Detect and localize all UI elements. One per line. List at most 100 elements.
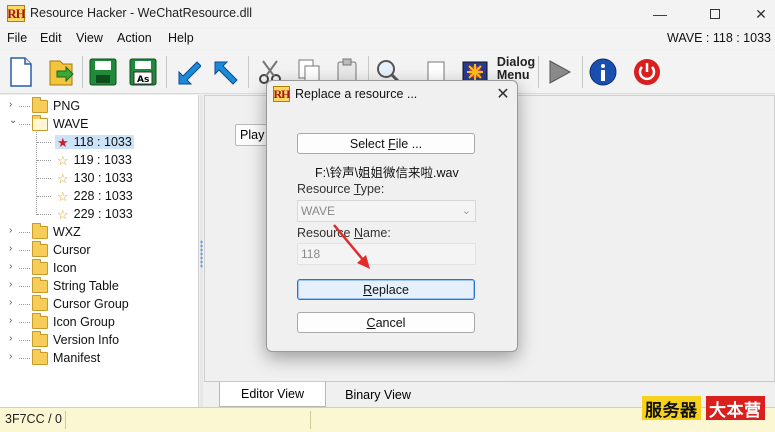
select-file-button[interactable]: Select File ... bbox=[297, 133, 475, 154]
tree-item-label: Version Info bbox=[53, 333, 120, 347]
tree-item-wxz[interactable]: › WXZ bbox=[9, 222, 81, 241]
chevron-down-icon: ⌄ bbox=[461, 205, 471, 217]
open-file-button[interactable] bbox=[44, 54, 78, 90]
title-bar: RH Resource Hacker - WeChatResource.dll … bbox=[0, 0, 775, 28]
maximize-button[interactable] bbox=[692, 0, 738, 28]
label-part: Resource bbox=[297, 182, 354, 196]
back-button[interactable] bbox=[170, 54, 204, 90]
splitter-grip-icon[interactable] bbox=[200, 240, 203, 268]
tree-item-label: WAVE bbox=[53, 117, 89, 131]
chevron-right-icon[interactable]: › bbox=[9, 298, 17, 308]
exit-button[interactable] bbox=[630, 54, 664, 90]
tree-node: Manifest bbox=[32, 348, 100, 365]
arrow-up-left-icon bbox=[214, 61, 238, 85]
tab-binary-view[interactable]: Binary View bbox=[330, 382, 426, 407]
chevron-down-icon[interactable]: ⌄ bbox=[9, 116, 17, 126]
watermark-left: 服务器 bbox=[642, 396, 701, 420]
star-icon: ☆ bbox=[57, 206, 69, 222]
close-window-button[interactable]: ✕ bbox=[738, 0, 775, 28]
minimize-button[interactable]: — bbox=[637, 0, 683, 28]
dialog-title-bar: RH Replace a resource ... ✕ bbox=[267, 81, 517, 107]
tree-item-string-table[interactable]: › String Table bbox=[9, 276, 119, 295]
tree-guide bbox=[19, 106, 30, 107]
save-button[interactable] bbox=[86, 54, 120, 90]
tree-item-icon[interactable]: › Icon bbox=[9, 258, 77, 277]
tree-item-wave-229[interactable]: ☆ 229 : 1033 bbox=[37, 205, 133, 223]
status-divider bbox=[65, 411, 66, 429]
folder-icon bbox=[32, 330, 48, 347]
tree-item-label: Cursor bbox=[53, 243, 91, 257]
tree-guide bbox=[19, 124, 30, 125]
select-file-prefix: Select bbox=[349, 136, 389, 151]
arrow-down-left-icon bbox=[178, 61, 201, 85]
tree-node: ☆ 130 : 1033 bbox=[57, 171, 133, 185]
info-icon bbox=[589, 58, 617, 86]
chevron-right-icon[interactable]: › bbox=[9, 100, 17, 110]
tree-item-label: String Table bbox=[53, 279, 119, 293]
tree-guide bbox=[19, 268, 30, 269]
menu-view[interactable]: View bbox=[76, 31, 103, 45]
tree-guide bbox=[19, 286, 30, 287]
tree-node: Version Info bbox=[32, 330, 120, 347]
menu-file[interactable]: File bbox=[7, 31, 27, 45]
replace-accel: R bbox=[363, 282, 373, 297]
replace-label: eplace bbox=[372, 282, 409, 297]
chevron-right-icon[interactable]: › bbox=[9, 226, 17, 236]
star-icon: ☆ bbox=[57, 152, 69, 168]
tree-item-wave-228[interactable]: ☆ 228 : 1033 bbox=[37, 187, 133, 205]
folder-icon bbox=[32, 240, 48, 257]
tree-guide bbox=[19, 340, 30, 341]
status-offset: 3F7CC / 0 bbox=[5, 412, 62, 426]
tree-item-cursor[interactable]: › Cursor bbox=[9, 240, 91, 259]
tree-item-wave-118[interactable]: ★ 118 : 1033 bbox=[37, 133, 134, 151]
maximize-icon bbox=[710, 9, 720, 19]
chevron-right-icon[interactable]: › bbox=[9, 316, 17, 326]
run-script-button[interactable] bbox=[542, 54, 576, 90]
cancel-button[interactable]: Cancel bbox=[297, 312, 475, 333]
tree-item-icon-group[interactable]: › Icon Group bbox=[9, 312, 115, 331]
tree-guide bbox=[19, 250, 30, 251]
status-divider bbox=[310, 411, 311, 429]
tree-item-label: 119 : 1033 bbox=[73, 153, 132, 167]
toolbar-separator bbox=[538, 56, 539, 88]
tree-item-label: 130 : 1033 bbox=[73, 171, 133, 185]
replace-button[interactable]: Replace bbox=[297, 279, 475, 300]
resource-tree[interactable]: › PNG ⌄ WAVE ★ 118 : 1033 ☆ 119 : 1033 ☆ bbox=[0, 95, 199, 407]
tree-item-cursor-group[interactable]: › Cursor Group bbox=[9, 294, 129, 313]
toolbar-separator bbox=[248, 56, 249, 88]
chevron-right-icon[interactable]: › bbox=[9, 334, 17, 344]
resource-indicator: WAVE : 118 : 1033 bbox=[667, 31, 771, 45]
tree-item-wave-119[interactable]: ☆ 119 : 1033 bbox=[37, 151, 132, 169]
open-folder-icon bbox=[32, 114, 48, 131]
tree-node: Icon bbox=[32, 258, 77, 275]
save-as-button[interactable]: As bbox=[126, 54, 160, 90]
tree-guide bbox=[37, 142, 51, 143]
selected-file-path: F:\铃声\姐姐微信来啦.wav bbox=[315, 166, 459, 180]
menu-help[interactable]: Help bbox=[168, 31, 194, 45]
new-file-button[interactable] bbox=[4, 54, 38, 90]
label-part: ype: bbox=[360, 182, 385, 196]
cancel-accel: C bbox=[366, 315, 376, 330]
chevron-right-icon[interactable]: › bbox=[9, 262, 17, 272]
window-title: Resource Hacker - WeChatResource.dll bbox=[30, 6, 253, 20]
tree-item-version-info[interactable]: › Version Info bbox=[9, 330, 119, 349]
menu-edit[interactable]: Edit bbox=[40, 31, 62, 45]
tree-item-png[interactable]: › PNG bbox=[9, 96, 80, 115]
tree-node: Cursor Group bbox=[32, 294, 129, 311]
tab-editor-view[interactable]: Editor View bbox=[219, 382, 326, 407]
tree-node: ☆ 229 : 1033 bbox=[57, 207, 133, 221]
tree-item-wave[interactable]: ⌄ WAVE bbox=[9, 114, 88, 133]
tab-label: Editor View bbox=[241, 387, 304, 401]
toolbar-separator bbox=[82, 56, 83, 88]
about-button[interactable] bbox=[586, 54, 620, 90]
tree-item-wave-130[interactable]: ☆ 130 : 1033 bbox=[37, 169, 133, 187]
star-icon: ☆ bbox=[57, 170, 69, 186]
tree-guide bbox=[37, 178, 51, 179]
chevron-right-icon[interactable]: › bbox=[9, 244, 17, 254]
dialog-close-button[interactable]: ✕ bbox=[493, 84, 513, 104]
forward-button[interactable] bbox=[208, 54, 242, 90]
chevron-right-icon[interactable]: › bbox=[9, 280, 17, 290]
tree-item-manifest[interactable]: › Manifest bbox=[9, 348, 100, 367]
chevron-right-icon[interactable]: › bbox=[9, 352, 17, 362]
menu-action[interactable]: Action bbox=[117, 31, 152, 45]
